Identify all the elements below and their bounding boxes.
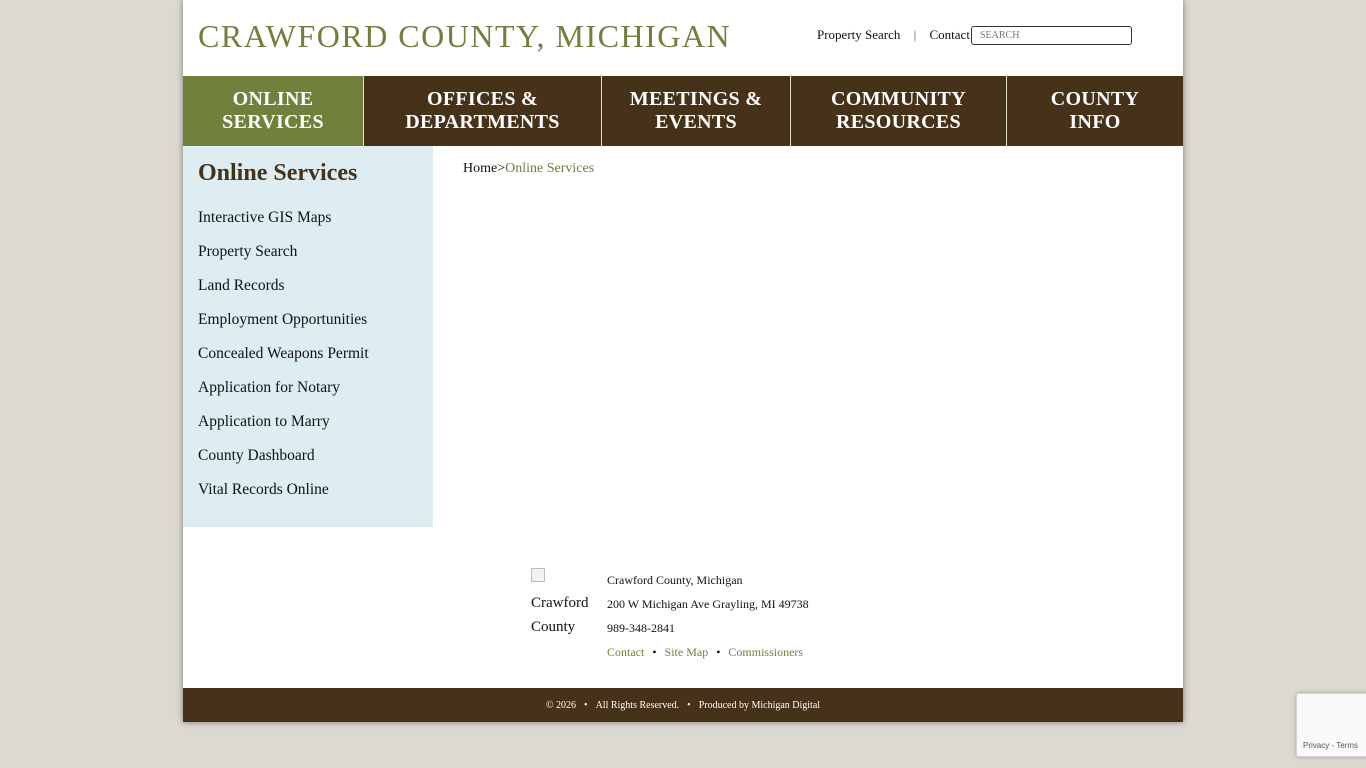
nav-label-line1: OFFICES & [426,88,539,110]
footer-phone: 989-348-2841 [607,621,675,635]
nav-online-services[interactable]: ONLINE SERVICES [183,76,364,146]
sidebar-title: Online Services [198,160,358,186]
nav-label-line2: SERVICES [222,111,324,133]
breadcrumb-current: Online Services [505,161,595,176]
sidebar-menu: Interactive GIS Maps Property Search Lan… [198,201,369,507]
footer-logo: Crawford County [531,567,595,639]
breadcrumb: Home>Online Services [463,161,594,177]
nav-label-line2: INFO [1069,111,1121,133]
nav-community-resources[interactable]: COMMUNITY RESOURCES [791,76,1007,146]
copyright-text: © 2026 [545,699,577,711]
search-input[interactable] [971,26,1132,45]
footer-info: Crawford County, Michigan 200 W Michigan… [607,568,809,664]
page-container: CRAWFORD COUNTY, MICHIGAN Property Searc… [183,0,1183,722]
utility-links: Property Search | Contact [817,27,970,43]
footer-sitemap-link[interactable]: Site Map [665,645,709,659]
breadcrumb-home[interactable]: Home [463,161,497,176]
footer-commissioners-link[interactable]: Commissioners [728,645,803,659]
footer-logo-alt: Crawford County [531,595,589,635]
footer-contact-link[interactable]: Contact [607,645,644,659]
footer-address: 200 W Michigan Ave Grayling, MI 49738 [607,597,809,611]
nav-label-line1: COMMUNITY [831,88,966,110]
footer-links: Contact • Site Map • Commissioners [607,640,809,664]
recaptcha-badge[interactable]: Privacy - Terms [1296,693,1366,757]
footer-separator: • [716,645,721,659]
sidebar-item-land-records[interactable]: Land Records [198,269,369,303]
nav-label-line1: COUNTY [1050,88,1140,110]
nav-label-line2: EVENTS [655,111,737,133]
breadcrumb-separator: > [497,161,506,176]
nav-label-line1: MEETINGS & [629,88,763,110]
sidebar-item-vital-records[interactable]: Vital Records Online [198,473,369,507]
footer-separator: • [652,645,657,659]
nav-county-info[interactable]: COUNTY INFO [1007,76,1183,146]
recaptcha-privacy-link[interactable]: Privacy [1303,741,1329,750]
property-search-link[interactable]: Property Search [817,27,900,42]
main-nav: ONLINE SERVICES OFFICES & DEPARTMENTS MEET… [183,76,1183,146]
sidebar-item-concealed-weapons[interactable]: Concealed Weapons Permit [198,337,369,371]
bottom-bar: © 2026 • All Rights Reserved. • Produced by … [183,688,1183,722]
nav-label-line1: ONLINE [232,88,314,110]
nav-meetings-events[interactable]: MEETINGS & EVENTS [602,76,791,146]
utility-separator: | [913,27,917,42]
nav-label-line2: DEPARTMENTS [405,111,560,133]
sidebar-item-gis-maps[interactable]: Interactive GIS Maps [198,201,369,235]
recaptcha-separator: - [1331,741,1335,750]
sidebar: Online Services Interactive GIS Maps Pro… [183,146,433,527]
sidebar-item-dashboard[interactable]: County Dashboard [198,439,369,473]
produced-by-link[interactable]: Produced by Michigan Digital [699,700,820,711]
contact-link[interactable]: Contact [930,27,970,42]
sidebar-item-employment[interactable]: Employment Opportunities [198,303,369,337]
nav-offices-departments[interactable]: OFFICES & DEPARTMENTS [364,76,602,146]
bottom-separator: • [687,699,691,711]
nav-label-line2: RESOURCES [836,111,961,133]
sidebar-item-marry[interactable]: Application to Marry [198,405,369,439]
recaptcha-links: Privacy - Terms [1303,741,1358,750]
sidebar-item-property-search[interactable]: Property Search [198,235,369,269]
footer-county-name: Crawford County, Michigan [607,573,743,587]
rights-text: All Rights Reserved. [595,699,680,711]
site-title[interactable]: CRAWFORD COUNTY, MICHIGAN [198,18,731,55]
bottom-separator: • [584,699,588,711]
broken-image-icon [531,568,545,582]
sidebar-item-notary[interactable]: Application for Notary [198,371,369,405]
recaptcha-terms-link[interactable]: Terms [1336,741,1358,750]
